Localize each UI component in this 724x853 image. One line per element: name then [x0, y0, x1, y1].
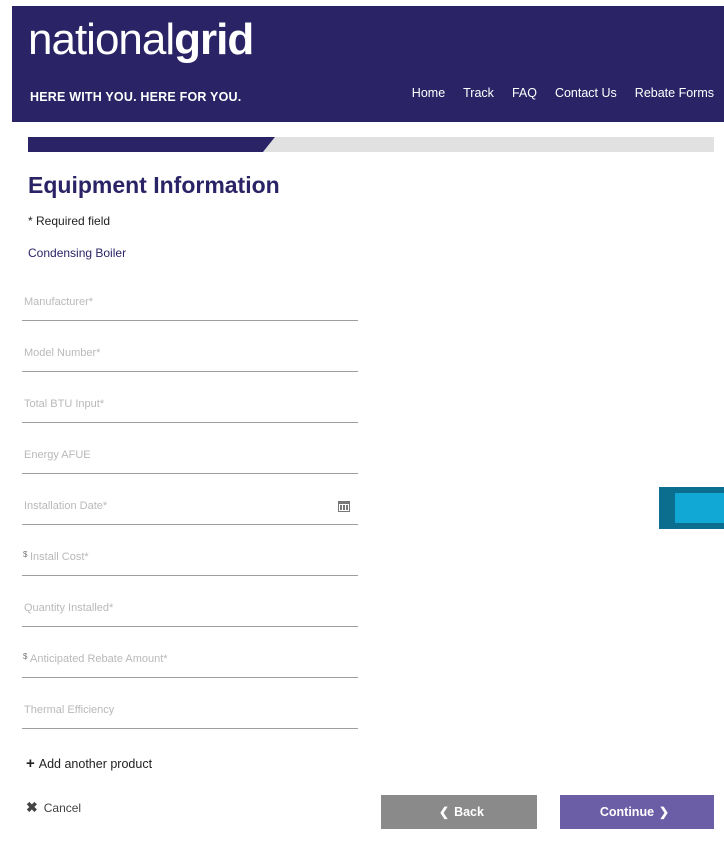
manufacturer-field-row	[22, 270, 358, 321]
progress-fill	[28, 137, 275, 152]
quantity-installed-field-row	[22, 576, 358, 627]
site-header: nationalgrid HERE WITH YOU. HERE FOR YOU…	[0, 0, 724, 122]
close-icon: ✖	[26, 799, 38, 815]
main-nav: Home Track FAQ Contact Us Rebate Forms	[394, 86, 714, 100]
equipment-form: $ $	[22, 270, 358, 729]
quantity-installed-field[interactable]	[22, 596, 358, 620]
nav-track[interactable]: Track	[463, 86, 494, 100]
page-title: Equipment Information	[28, 172, 280, 198]
nav-rebate-forms[interactable]: Rebate Forms	[635, 86, 714, 100]
add-product-label: Add another product	[38, 756, 153, 771]
manufacturer-field[interactable]	[22, 290, 358, 314]
tagline: HERE WITH YOU. HERE FOR YOU.	[30, 90, 242, 104]
total-btu-input-field-row	[22, 372, 358, 423]
calendar-icon[interactable]	[338, 501, 350, 512]
anticipated-rebate-amount-field[interactable]	[22, 647, 358, 671]
thermal-efficiency-field[interactable]	[22, 698, 358, 722]
installation-date-field[interactable]	[22, 494, 358, 518]
nav-faq[interactable]: FAQ	[512, 86, 537, 100]
model-number-field[interactable]	[22, 341, 358, 365]
anticipated-rebate-field-row: $	[22, 627, 358, 678]
add-another-product-link[interactable]: + Add another product	[26, 755, 152, 772]
continue-label: Continue	[599, 805, 655, 819]
install-cost-field-row: $	[22, 525, 358, 576]
energy-afue-field[interactable]	[22, 443, 358, 467]
install-cost-field[interactable]	[22, 545, 358, 569]
nav-home[interactable]: Home	[412, 86, 445, 100]
national-grid-logo[interactable]: nationalgrid	[28, 15, 254, 64]
back-button[interactable]: ❮ Back	[381, 795, 537, 829]
model-number-field-row	[22, 321, 358, 372]
thermal-efficiency-field-row	[22, 678, 358, 729]
progress-bar	[28, 137, 714, 152]
chevron-left-icon: ❮	[439, 805, 450, 819]
nav-contact-us[interactable]: Contact Us	[555, 86, 617, 100]
logo-light-text: national	[28, 15, 175, 64]
energy-afue-field-row	[22, 423, 358, 474]
continue-button[interactable]: Continue ❯	[560, 795, 714, 829]
cancel-link[interactable]: ✖ Cancel	[26, 799, 81, 816]
logo-bold-text: grid	[174, 15, 254, 64]
back-label: Back	[454, 805, 484, 819]
feedback-tab-face[interactable]	[675, 493, 724, 523]
total-btu-input-field[interactable]	[22, 392, 358, 416]
required-field-note: * Required field	[28, 214, 111, 228]
chevron-right-icon: ❯	[659, 805, 670, 819]
plus-icon: +	[26, 755, 35, 772]
product-type-label: Condensing Boiler	[28, 246, 127, 260]
cancel-label: Cancel	[43, 800, 82, 815]
installation-date-field-row	[22, 474, 358, 525]
